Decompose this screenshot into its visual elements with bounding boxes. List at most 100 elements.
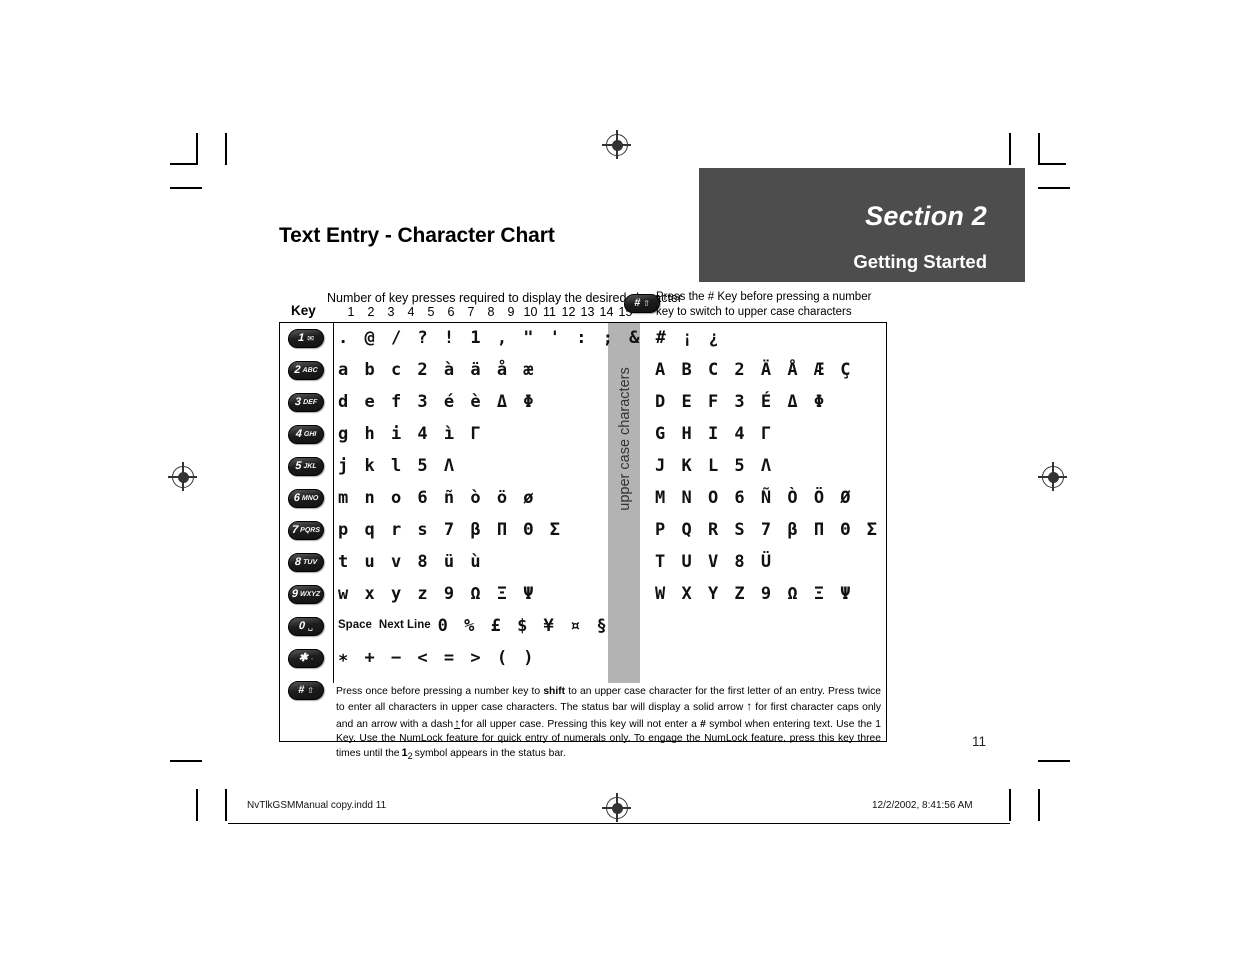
special-key-label: Next Line: [378, 619, 431, 631]
lowercase-characters: d e f 3 é è Δ Φ: [338, 394, 537, 411]
crop-mark-bottom-left-corner-v: [196, 789, 198, 821]
shift-up-arrow-icon: ⇧: [642, 298, 651, 308]
press-count-7: 7: [467, 305, 475, 319]
lowercase-characters: m n o 6 ñ ò ö ø: [338, 490, 537, 507]
section-title: Section 2: [865, 201, 987, 231]
key-digit-label: 4: [295, 428, 303, 440]
uppercase-characters: M N O 6 Ñ Ò Ö Ø: [655, 488, 854, 508]
chart-row: 1 ✉ . @ / ? ! 1 , " ' : ; & # ¡ ¿: [280, 323, 886, 355]
key-4-button[interactable]: 4 GHI: [287, 425, 325, 444]
uppercase-characters: P Q R S 7 β Π Θ Σ: [655, 520, 880, 540]
hash-key-note: Press the # Key before pressing a number…: [656, 290, 871, 320]
lowercase-glyph-run: d e f 3 é è Δ Φ: [338, 392, 537, 412]
lowercase-characters: a b c 2 à ä å æ: [338, 362, 537, 379]
chart-row: 9 WXYZ w x y z 9 Ω Ξ Ψ W X Y Z 9 Ω Ξ Ψ: [280, 579, 886, 611]
special-key-label: Space: [338, 619, 372, 631]
footnote-part1: Press once before pressing a number key …: [336, 686, 544, 697]
lowercase-glyph-run: . @ / ? ! 1 , " ' : ; & # ¡ ¿: [338, 328, 722, 348]
key-glyph-icon: ⇧: [306, 685, 315, 695]
press-count-14: 14: [599, 305, 614, 319]
lowercase-glyph-run: p q r s 7 β Π Θ Σ: [338, 520, 563, 540]
lowercase-characters: t u v 8 ü ù: [338, 554, 484, 571]
key-✱-button[interactable]: ✱ ·: [287, 649, 325, 668]
press-count-3: 3: [387, 305, 395, 319]
chart-row: 0 ␣ Space Next Line 0 % £ $ ¥ ¤ §: [280, 611, 886, 643]
key-glyph-icon: ✉: [306, 333, 315, 343]
lowercase-characters: Space Next Line 0 % £ $ ¥ ¤ §: [338, 618, 610, 635]
key-letters-label: DEF: [302, 399, 318, 406]
key-7-button[interactable]: 7 PQRS: [287, 521, 325, 540]
key-digit-label: 1: [297, 332, 305, 344]
hash-key-symbol: #: [633, 297, 641, 309]
key-column-header: Key: [291, 303, 316, 318]
dashed-arrow-icon: ↑: [454, 715, 461, 730]
page-number: 11: [972, 734, 987, 749]
chart-row: 4 GHI g h i 4 ì Γ G H I 4 Γ: [280, 419, 886, 451]
hash-key-note-line1: Press the # Key before pressing a number: [656, 291, 872, 303]
lowercase-characters: g h i 4 ì Γ: [338, 426, 484, 443]
key-letters-label: TUV: [302, 559, 318, 566]
key-3-button[interactable]: 3 DEF: [287, 393, 325, 412]
key-glyph-icon: ·: [310, 653, 314, 663]
chart-row: ✱ · ∗ + − < = > ( ): [280, 643, 886, 675]
registration-mark-bottom: [602, 793, 631, 822]
character-rows: 1 ✉ . @ / ? ! 1 , " ' : ; & # ¡ ¿ 2 ABC a b c…: [280, 323, 886, 707]
chart-row: 8 TUV t u v 8 ü ù T U V 8 Ü: [280, 547, 886, 579]
chart-row: 7 PQRS p q r s 7 β Π Θ Σ P Q R S 7 β Π Θ Σ: [280, 515, 886, 547]
key-2-button[interactable]: 2 ABC: [287, 361, 325, 380]
crop-mark-bottom-left-horizontal: [170, 760, 202, 762]
crop-mark-top-left-vertical: [225, 133, 227, 165]
key-6-button[interactable]: 6 MNO: [287, 489, 325, 508]
lowercase-characters: p q r s 7 β Π Θ Σ: [338, 522, 563, 539]
press-count-10: 10: [523, 305, 538, 319]
key-glyph-icon: ␣: [307, 621, 314, 631]
crop-mark-top-left-horizontal: [170, 187, 202, 189]
press-count-numbers: 1 2 3 4 5 6 7 8 9 10 11 12 13 14 15: [341, 305, 635, 319]
solid-arrow-icon: ↑: [746, 699, 753, 714]
press-count-1: 1: [347, 305, 355, 319]
key-digit-label: 2: [294, 364, 301, 376]
chart-row: 6 MNO m n o 6 ñ ò ö ø M N O 6 Ñ Ò Ö Ø: [280, 483, 886, 515]
crop-mark-top-right-horizontal: [1038, 187, 1070, 189]
print-footer-rule: [228, 823, 1010, 824]
lowercase-characters: w x y z 9 Ω Ξ Ψ: [338, 586, 537, 603]
footnote-part6: symbol appears in the status bar.: [414, 748, 566, 760]
chart-row: 2 ABC a b c 2 à ä å æ A B C 2 Ä Å Æ Ç: [280, 355, 886, 387]
lowercase-glyph-run: m n o 6 ñ ò ö ø: [338, 488, 537, 508]
press-count-2: 2: [367, 305, 375, 319]
key-0-button[interactable]: 0 ␣: [287, 617, 325, 636]
crop-mark-top-right-corner-h: [1038, 163, 1066, 165]
press-count-4: 4: [407, 305, 415, 319]
key-5-button[interactable]: 5 JKL: [287, 457, 325, 476]
key-letters-label: MNO: [301, 495, 319, 502]
uppercase-characters: A B C 2 Ä Å Æ Ç: [655, 360, 854, 380]
crop-mark-top-left-corner-v: [196, 133, 198, 165]
key-letters-label: PQRS: [299, 527, 321, 534]
registration-mark-left: [168, 462, 197, 491]
lowercase-glyph-run: w x y z 9 Ω Ξ Ψ: [338, 584, 537, 604]
uppercase-characters: G H I 4 Γ: [655, 424, 775, 444]
key-letters-label: WXYZ: [299, 591, 321, 598]
key-digit-label: ✱: [298, 652, 309, 664]
uppercase-characters: T U V 8 Ü: [655, 552, 775, 572]
key-letters-label: JKL: [303, 463, 317, 470]
lowercase-glyph-run: 0 % £ $ ¥ ¤ §: [437, 616, 610, 636]
hash-key-note-line2: key to switch to upper case characters: [656, 306, 852, 318]
key-1-button[interactable]: 1 ✉: [287, 329, 325, 348]
press-count-9: 9: [507, 305, 515, 319]
key-9-button[interactable]: 9 WXYZ: [287, 585, 325, 604]
key-digit-label: #: [297, 684, 305, 696]
key-#-button[interactable]: # ⇧: [287, 681, 325, 700]
crop-mark-bottom-right-vertical: [1009, 789, 1011, 821]
print-footer-filename: NvTlkGSMManual copy.indd 11: [247, 800, 387, 811]
uppercase-characters: W X Y Z 9 Ω Ξ Ψ: [655, 584, 854, 604]
key-8-button[interactable]: 8 TUV: [287, 553, 325, 572]
lowercase-characters: ∗ + − < = > ( ): [338, 650, 537, 667]
crop-mark-top-right-vertical: [1009, 133, 1011, 165]
lowercase-glyph-run: t u v 8 ü ù: [338, 552, 484, 572]
key-letters-label: ABC: [302, 367, 318, 374]
crop-mark-bottom-right-corner-v: [1038, 789, 1040, 821]
lowercase-glyph-run: g h i 4 ì Γ: [338, 424, 484, 444]
key-digit-label: 8: [294, 556, 302, 568]
chart-row: 3 DEF d e f 3 é è Δ Φ D E F 3 É Δ Φ: [280, 387, 886, 419]
